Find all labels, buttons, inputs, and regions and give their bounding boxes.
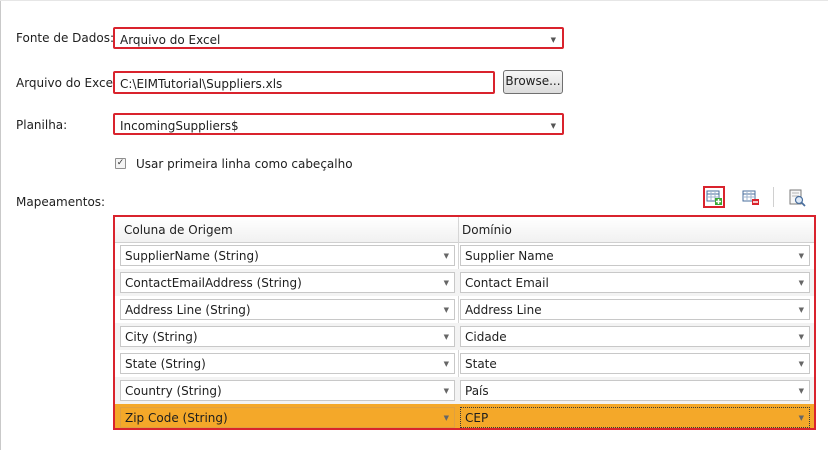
sheet-select[interactable]: IncomingSuppliers$ ▼ — [113, 113, 564, 135]
source-column-value: SupplierName (String) — [125, 249, 259, 263]
chevron-down-icon: ▼ — [798, 333, 804, 341]
preview-button[interactable] — [787, 186, 809, 208]
source-select-value: Arquivo do Excel — [120, 33, 221, 47]
chevron-down-icon: ▼ — [443, 333, 449, 341]
table-row[interactable]: Address Line (String) ▼ Address Line ▼ — [115, 296, 814, 323]
chevron-down-icon: ▼ — [798, 414, 804, 422]
remove-mapping-button[interactable] — [741, 186, 763, 208]
grid-header: Coluna de Origem Domínio — [115, 217, 814, 243]
source-column-select[interactable]: State (String) ▼ — [120, 353, 455, 374]
chevron-down-icon: ▼ — [443, 414, 449, 422]
source-column-select[interactable]: City (String) ▼ — [120, 326, 455, 347]
chevron-down-icon: ▼ — [550, 122, 556, 130]
header-row-checkbox-label: Usar primeira linha como cabeçalho — [136, 157, 353, 171]
preview-icon — [789, 189, 806, 207]
source-column-select[interactable]: ContactEmailAddress (String) ▼ — [120, 272, 455, 293]
file-path-input[interactable]: C:\EIMTutorial\Suppliers.xls — [113, 71, 495, 94]
table-row[interactable]: ContactEmailAddress (String) ▼ Contact Ema… — [115, 269, 814, 296]
table-row[interactable]: Zip Code (String) ▼ CEP ▼ — [115, 404, 814, 428]
domain-value: Address Line — [465, 303, 542, 317]
domain-select[interactable]: Address Line ▼ — [460, 299, 810, 320]
mappings-label: Mapeamentos: — [16, 195, 106, 209]
mappings-grid: Coluna de Origem Domínio SupplierName (S… — [113, 215, 816, 430]
source-column-select[interactable]: Zip Code (String) ▼ — [120, 407, 455, 428]
domain-value: Supplier Name — [465, 249, 554, 263]
domain-select[interactable]: Cidade ▼ — [460, 326, 810, 347]
remove-mapping-icon — [742, 190, 759, 205]
header-row-checkbox[interactable]: ✓ — [115, 158, 126, 169]
source-column-select[interactable]: Country (String) ▼ — [120, 380, 455, 401]
sheet-select-value: IncomingSuppliers$ — [120, 119, 239, 133]
chevron-down-icon: ▼ — [798, 306, 804, 314]
column-header-source[interactable]: Coluna de Origem — [124, 223, 233, 237]
window-border — [0, 0, 1, 450]
window-border-top — [0, 0, 828, 1]
chevron-down-icon: ▼ — [798, 279, 804, 287]
source-label: Fonte de Dados: — [16, 31, 114, 45]
source-column-value: Address Line (String) — [125, 303, 251, 317]
domain-value: State — [465, 357, 497, 371]
chevron-down-icon: ▼ — [550, 36, 556, 44]
add-mapping-button[interactable] — [703, 186, 725, 208]
source-column-select[interactable]: Address Line (String) ▼ — [120, 299, 455, 320]
chevron-down-icon: ▼ — [798, 252, 804, 260]
domain-select[interactable]: CEP ▼ — [460, 407, 810, 428]
source-column-value: Zip Code (String) — [125, 411, 228, 425]
chevron-down-icon: ▼ — [798, 387, 804, 395]
domain-value: País — [465, 384, 489, 398]
sheet-label: Planilha: — [16, 118, 68, 132]
source-column-select[interactable]: SupplierName (String) ▼ — [120, 245, 455, 266]
chevron-down-icon: ▼ — [798, 360, 804, 368]
chevron-down-icon: ▼ — [443, 360, 449, 368]
source-column-value: ContactEmailAddress (String) — [125, 276, 302, 290]
domain-value: Contact Email — [465, 276, 549, 290]
table-row[interactable]: City (String) ▼ Cidade ▼ — [115, 323, 814, 350]
source-column-value: State (String) — [125, 357, 206, 371]
chevron-down-icon: ▼ — [443, 387, 449, 395]
column-header-domain[interactable]: Domínio — [462, 223, 512, 237]
file-label: Arquivo do Excel: — [16, 76, 121, 90]
domain-select[interactable]: País ▼ — [460, 380, 810, 401]
table-row[interactable]: Country (String) ▼ País ▼ — [115, 377, 814, 404]
checkmark-icon: ✓ — [116, 158, 125, 168]
chevron-down-icon: ▼ — [443, 252, 449, 260]
add-mapping-icon — [706, 190, 722, 205]
table-row[interactable]: State (String) ▼ State ▼ — [115, 350, 814, 377]
source-column-value: Country (String) — [125, 384, 222, 398]
browse-button[interactable]: Browse... — [503, 70, 563, 94]
domain-select[interactable]: State ▼ — [460, 353, 810, 374]
table-row[interactable]: SupplierName (String) ▼ Supplier Name ▼ — [115, 242, 814, 269]
file-path-value: C:\EIMTutorial\Suppliers.xls — [120, 77, 283, 91]
toolbar-separator — [773, 187, 774, 207]
chevron-down-icon: ▼ — [443, 306, 449, 314]
chevron-down-icon: ▼ — [443, 279, 449, 287]
domain-select[interactable]: Contact Email ▼ — [460, 272, 810, 293]
source-select[interactable]: Arquivo do Excel ▼ — [113, 27, 564, 49]
domain-select[interactable]: Supplier Name ▼ — [460, 245, 810, 266]
source-column-value: City (String) — [125, 330, 198, 344]
domain-value: Cidade — [465, 330, 507, 344]
domain-value: CEP — [465, 411, 489, 425]
